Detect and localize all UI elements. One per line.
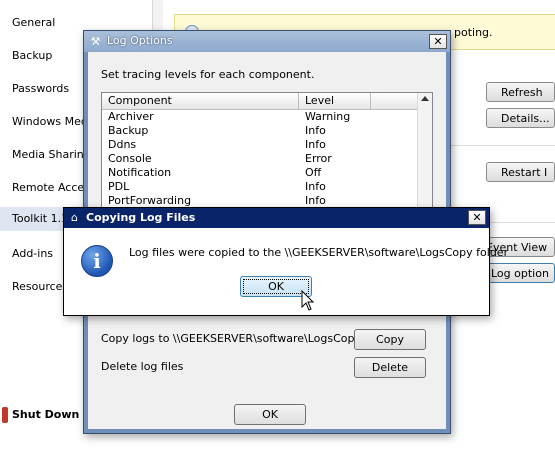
list-item[interactable]: Notification Off <box>102 166 420 180</box>
sidebar-item-add-ins[interactable]: Add-ins <box>12 247 53 260</box>
sidebar-item-general[interactable]: General <box>12 16 55 29</box>
list-item[interactable]: Backup Info <box>102 124 420 138</box>
component-list[interactable]: Component Level Archiver Warning Backup … <box>101 92 433 212</box>
shutdown-button[interactable]: Shut Down <box>12 408 79 421</box>
component-level: Info <box>305 194 326 207</box>
copying-log-files-dialog: ⌂ Copying Log Files ✕ i Log files were c… <box>63 207 508 316</box>
instruction-text: Set tracing levels for each component. <box>101 68 315 81</box>
list-item[interactable]: Archiver Warning <box>102 110 420 124</box>
scroll-up-arrow-icon[interactable] <box>421 96 429 101</box>
component-name: PortForwarding <box>108 194 192 207</box>
details-button[interactable]: Details... <box>486 108 555 128</box>
copy-logs-text: Copy logs to \\GEEKSERVER\software\LogsC… <box>101 332 362 345</box>
column-divider[interactable] <box>298 93 299 109</box>
column-divider[interactable] <box>370 93 371 109</box>
message-text: Log files were copied to the \\GEEKSERVE… <box>129 246 509 259</box>
sidebar-item-windows-media[interactable]: Windows Med <box>12 115 88 128</box>
component-level: Info <box>305 138 326 151</box>
delete-button[interactable]: Delete <box>354 357 426 378</box>
refresh-button[interactable]: Refresh <box>486 82 555 102</box>
column-header-level[interactable]: Level <box>305 94 334 107</box>
list-item[interactable]: PortForwarding Info <box>102 194 420 208</box>
sidebar-item-backup[interactable]: Backup <box>12 49 52 62</box>
close-button[interactable]: ✕ <box>468 210 486 225</box>
sidebar-item-resources[interactable]: Resources <box>12 280 68 293</box>
restart-button[interactable]: Restart I <box>486 162 555 182</box>
info-banner-text: poting. <box>454 26 493 39</box>
list-item[interactable]: PDL Info <box>102 180 420 194</box>
list-item[interactable]: Console Error <box>102 152 420 166</box>
component-name: Console <box>108 152 152 165</box>
list-scrollbar[interactable] <box>417 93 432 211</box>
component-level: Info <box>305 180 326 193</box>
sidebar-item-passwords[interactable]: Passwords <box>12 82 69 95</box>
column-header-component[interactable]: Component <box>108 94 172 107</box>
list-item[interactable]: Ddns Info <box>102 138 420 152</box>
info-icon: i <box>81 245 113 277</box>
component-name: PDL <box>108 180 130 193</box>
component-name: Backup <box>108 124 149 137</box>
component-name: Notification <box>108 166 172 179</box>
home-icon: ⌂ <box>71 211 78 224</box>
component-level: Error <box>305 152 332 165</box>
shutdown-icon <box>2 407 8 423</box>
divider <box>448 145 555 146</box>
dialog-title: Copying Log Files <box>86 211 196 224</box>
copy-button[interactable]: Copy <box>354 329 426 350</box>
sidebar-item-remote-access[interactable]: Remote Acces <box>12 181 90 194</box>
component-level: Info <box>305 124 326 137</box>
component-level: Warning <box>305 110 351 123</box>
list-header: Component Level <box>102 93 420 110</box>
tools-icon: ⚒ <box>90 35 101 48</box>
delete-logs-text: Delete log files <box>101 360 184 373</box>
close-button[interactable]: ✕ <box>429 34 447 49</box>
component-name: Ddns <box>108 138 137 151</box>
dialog-title: Log Options <box>107 34 173 47</box>
sidebar-item-media-sharing[interactable]: Media Sharing <box>12 148 91 161</box>
dialog-title-bar[interactable]: ⚒ Log Options ✕ <box>84 31 450 52</box>
dialog-title-bar[interactable]: ⌂ Copying Log Files ✕ <box>64 208 489 228</box>
component-level: Off <box>305 166 322 179</box>
log-options-button[interactable]: Log option <box>484 263 555 283</box>
mouse-cursor-icon <box>301 290 315 311</box>
component-name: Archiver <box>108 110 154 123</box>
ok-button[interactable]: OK <box>234 404 306 425</box>
